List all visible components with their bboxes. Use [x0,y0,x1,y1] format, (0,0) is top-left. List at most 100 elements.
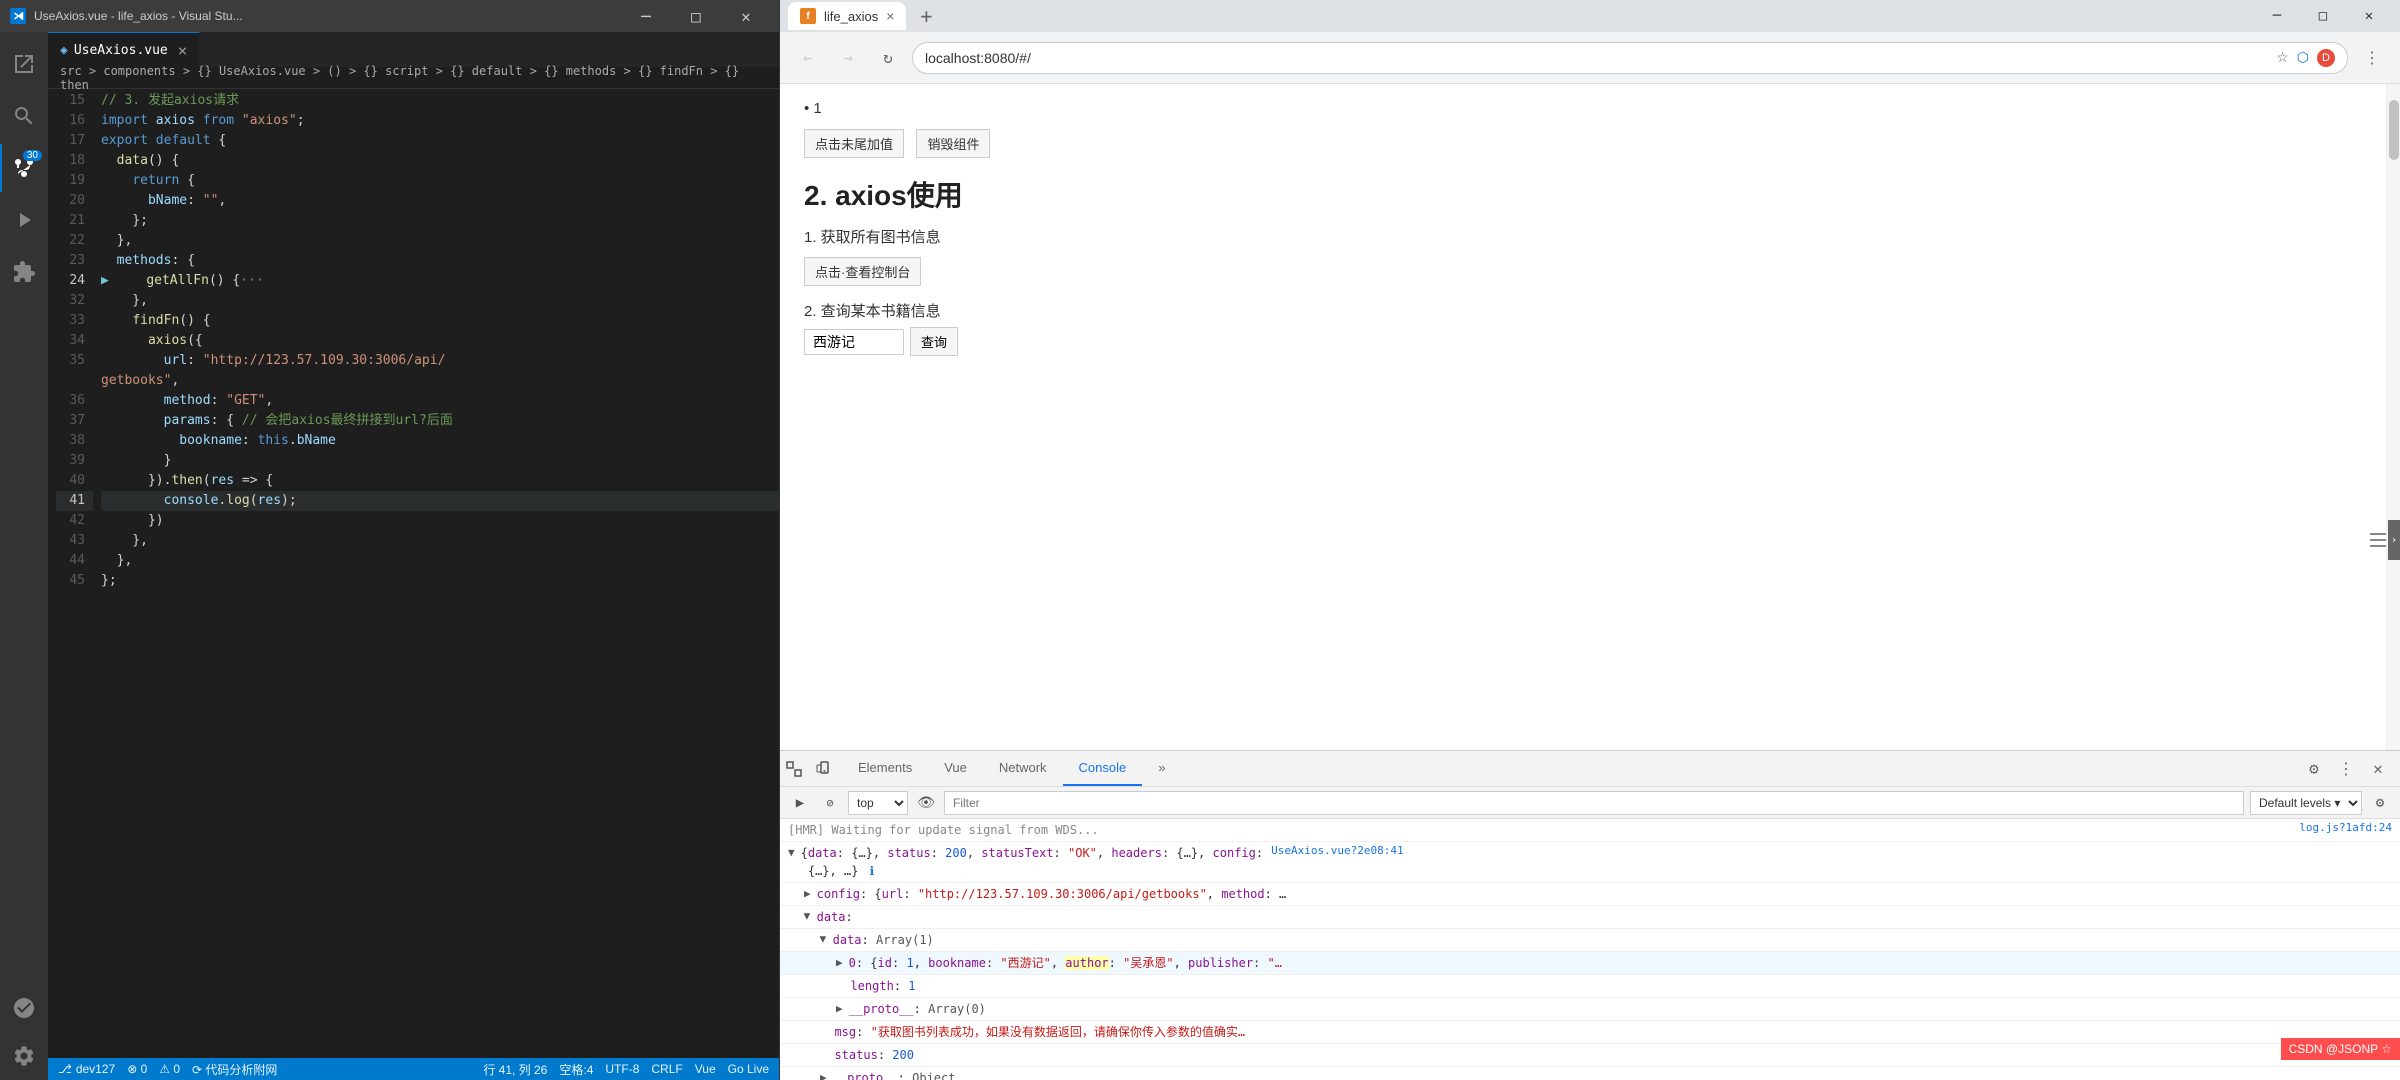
tab-console[interactable]: Console [1063,751,1143,786]
devtools-menu-button[interactable]: ⋮ [2332,755,2360,783]
tab-vue[interactable]: Vue [928,751,983,786]
extension-icon[interactable]: ⬡ [2297,49,2309,67]
sidebar-item-run[interactable] [0,196,48,244]
console-row-data: ▶ data: [780,906,2400,929]
devtools-settings-button[interactable]: ⚙ [2300,755,2328,783]
maximize-button[interactable]: □ [673,0,719,32]
tab-elements[interactable]: Elements [842,751,928,786]
devtools-close-button[interactable]: ✕ [2364,755,2392,783]
expand-arrow[interactable]: ▼ [788,846,795,859]
account-icon[interactable]: D [2317,49,2335,67]
proto-obj-arrow[interactable]: ▶ [820,1071,827,1080]
browser-menu[interactable]: ⋮ [2356,42,2388,74]
url-text: localhost:8080/#/ [925,50,2276,66]
tab-network[interactable]: Network [983,751,1063,786]
bookmark-icon[interactable]: ☆ [2276,49,2289,67]
browser-close[interactable]: ✕ [2346,0,2392,32]
console-row-data-data: ▶ data: Array(1) [780,929,2400,952]
item-0-arrow[interactable]: ▶ [836,956,843,969]
log-levels-selector[interactable]: Default levels ▾ [2250,791,2362,815]
errors-count[interactable]: ⊗ 0 [127,1062,147,1076]
sidebar-item-settings[interactable] [0,1032,48,1080]
right-collapse-button[interactable]: › [2388,520,2400,560]
sidebar-item-source-control[interactable]: 30 [0,144,48,192]
devtools-left-controls [780,751,838,786]
code-content[interactable]: // 3. 发起axios请求 import axios from "axios… [93,89,779,1058]
page-btn-add-value[interactable]: 点击未尾加值 [804,129,904,158]
data-expand-arrow[interactable]: ▶ [801,913,814,920]
minimize-button[interactable]: ─ [623,0,669,32]
page-btn-console[interactable]: 点击·查看控制台 [804,257,921,286]
line-numbers: 15 16 17 18 19 20 21 22 23 24 32 33 34 3… [48,89,93,1058]
tab-bar: ◈ UseAxios.vue × [48,32,779,67]
console-text-data: data: [817,908,2392,926]
code-editor: 15 16 17 18 19 20 21 22 23 24 32 33 34 3… [48,89,779,1058]
go-live[interactable]: Go Live [728,1061,769,1078]
source-control-badge: 30 [23,150,42,161]
console-text-proto-obj: __proto__: Object [833,1069,2392,1080]
console-source-hmr[interactable]: log.js?1afd:24 [2299,821,2392,834]
address-bar[interactable]: localhost:8080/#/ ☆ ⬡ D [912,42,2348,74]
console-stop-button[interactable]: ⊘ [818,791,842,815]
code-line-32: }, [101,291,779,311]
vscode-titlebar: UseAxios.vue - life_axios - Visual Stu..… [0,0,779,32]
refresh-button[interactable]: ↻ [872,42,904,74]
browser-minimize[interactable]: ─ [2254,0,2300,32]
tab-label: UseAxios.vue [74,43,168,58]
config-expand-arrow[interactable]: ▶ [804,887,811,900]
page-scrollbar[interactable] [2386,84,2400,750]
back-button[interactable]: ← [792,42,824,74]
page-section-h2: 2. axios使用 [804,174,2362,214]
data-data-expand-arrow[interactable]: ▶ [817,936,830,943]
page-content: • 1 点击未尾加值 销毁组件 2. axios使用 1. 获取所有图书信息 点… [780,84,2386,750]
sidebar-item-account[interactable] [0,984,48,1032]
console-filter[interactable] [944,791,2244,815]
console-source-object[interactable]: UseAxios.vue?2e08:41 [1271,844,1403,857]
tab-more[interactable]: » [1142,751,1181,786]
sidebar-item-extensions[interactable] [0,248,48,296]
code-line-42: }) [101,511,779,531]
new-tab-button[interactable]: + [912,2,940,30]
forward-button[interactable]: → [832,42,864,74]
search-button[interactable]: 查询 [910,327,958,356]
page-scrollbar-thumb[interactable] [2389,100,2399,160]
language-mode[interactable]: Vue [695,1061,716,1078]
git-branch[interactable]: ⎇ dev127 [58,1062,115,1076]
cursor-position: 行 41, 列 26 [483,1061,547,1078]
console-row-item-0: ▶ 0: {id: 1, bookname: "西游记", author: "吴… [780,952,2400,975]
activity-bar: 30 [0,32,48,1080]
sidebar-item-explorer[interactable] [0,40,48,88]
device-toggle-button[interactable] [810,755,838,783]
proto-array-arrow[interactable]: ▶ [836,1002,843,1015]
inspect-element-button[interactable] [780,755,808,783]
code-line-20: bName: "", [101,191,779,211]
sidebar-item-search[interactable] [0,92,48,140]
tab-useaxios[interactable]: ◈ UseAxios.vue × [48,32,200,67]
code-analysis: ⟳ 代码分析附网 [192,1061,277,1078]
browser-maximize[interactable]: □ [2300,0,2346,32]
search-input[interactable] [804,329,904,355]
tab-close-button[interactable]: × [178,41,188,60]
eye-button[interactable]: 👁 [914,791,938,815]
code-line-33: findFn() { [101,311,779,331]
console-row-status: status: 200 [780,1044,2400,1067]
page-buttons-row: 点击未尾加值 销毁组件 [804,125,2362,162]
code-line-44: }, [101,551,779,571]
devtools-toolbar: ▶ ⊘ top 👁 Default levels ▾ ⚙ [780,787,2400,819]
browser-tab-close[interactable]: × [886,8,894,24]
console-text-config: config: {url: "http://123.57.109.30:3006… [817,885,2392,903]
console-row-proto-array: ▶ __proto__: Array(0) [780,998,2400,1021]
browser-favicon: f [800,8,816,24]
warnings-count[interactable]: ⚠ 0 [159,1062,180,1076]
editor-area: ◈ UseAxios.vue × src > components > {} U… [48,32,779,1080]
code-line-35b: getbooks", [101,371,779,391]
console-play-button[interactable]: ▶ [788,791,812,815]
console-settings-button[interactable]: ⚙ [2368,791,2392,815]
code-line-24: ▶ getAllFn() {··· [101,271,779,291]
close-button[interactable]: ✕ [723,0,769,32]
context-selector[interactable]: top [848,791,908,815]
page-btn-destroy[interactable]: 销毁组件 [916,129,990,158]
code-line-36: method: "GET", [101,391,779,411]
collapse-arrow-icon: › [2391,535,2397,546]
browser-tab-active[interactable]: f life_axios × [788,2,906,30]
